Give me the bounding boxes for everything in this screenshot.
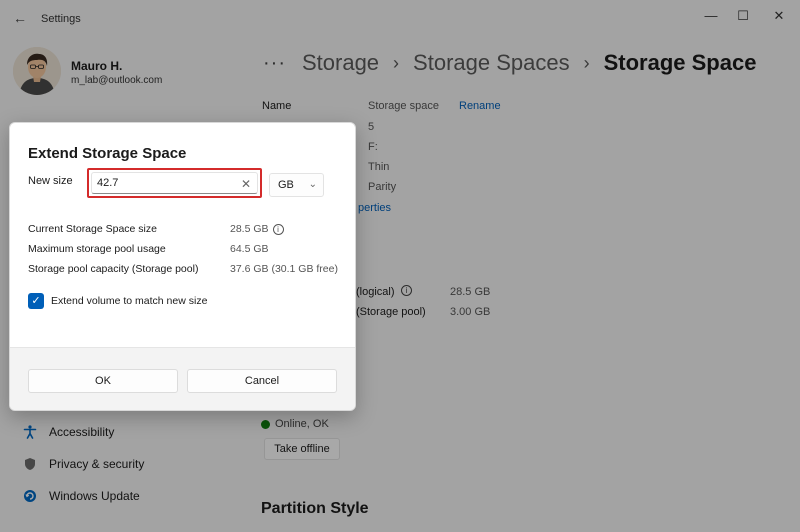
extend-volume-checkbox[interactable]: ✓ <box>28 293 44 309</box>
clear-icon[interactable]: ✕ <box>241 177 251 191</box>
chevron-down-icon: ⌄ <box>308 179 317 190</box>
pool-capacity-key: Storage pool capacity (Storage pool) <box>28 263 199 275</box>
current-size-text: 28.5 GB <box>230 223 269 235</box>
new-size-highlight: ✕ <box>87 168 262 198</box>
extend-storage-dialog: Extend Storage Space New size ✕ GB ⌄ Cur… <box>9 122 356 411</box>
info-icon[interactable]: i <box>272 223 284 235</box>
new-size-label: New size <box>28 175 73 187</box>
max-pool-usage-key: Maximum storage pool usage <box>28 243 166 255</box>
cancel-button[interactable]: Cancel <box>187 369 337 393</box>
extend-volume-label[interactable]: Extend volume to match new size <box>51 295 207 307</box>
unit-select[interactable]: GB ⌄ <box>269 173 324 197</box>
current-size-key: Current Storage Space size <box>28 223 157 235</box>
max-pool-usage-value: 64.5 GB <box>230 243 269 255</box>
dialog-footer: OK Cancel <box>10 347 355 410</box>
ok-button[interactable]: OK <box>28 369 178 393</box>
new-size-input[interactable] <box>91 172 258 194</box>
dialog-title: Extend Storage Space <box>28 145 187 162</box>
current-size-value: 28.5 GB i <box>230 223 284 235</box>
pool-capacity-value: 37.6 GB (30.1 GB free) <box>230 263 338 275</box>
unit-select-value: GB <box>278 179 294 191</box>
